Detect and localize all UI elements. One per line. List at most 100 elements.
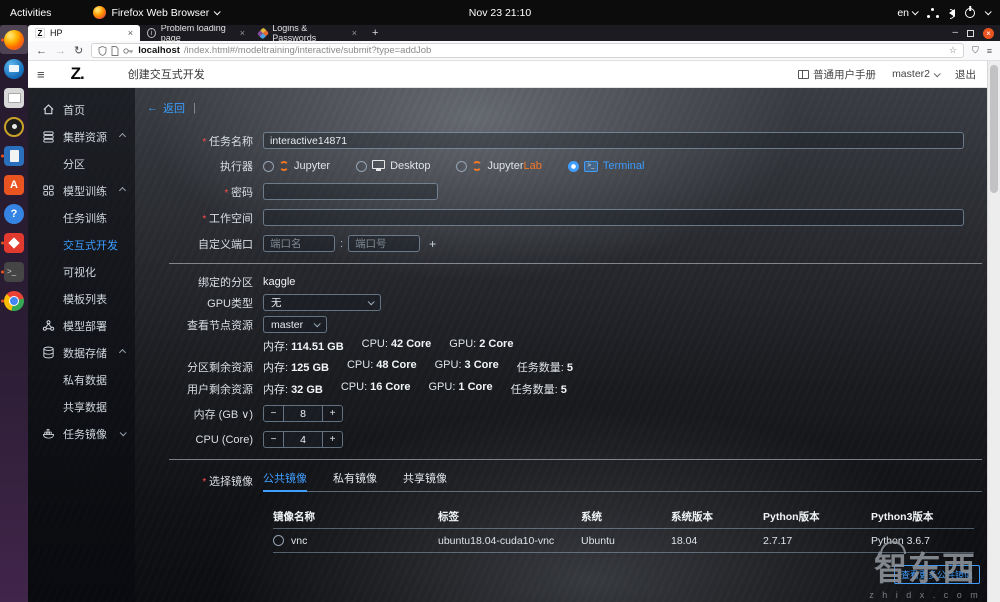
- system-menu-chevron-icon[interactable]: [985, 8, 992, 15]
- sidebar-item-interactive-dev[interactable]: 交互式开发: [28, 231, 135, 258]
- tab-problem-loading[interactable]: i Problem loading page ×: [140, 25, 252, 41]
- row-radio-icon[interactable]: [273, 535, 284, 546]
- sidebar-item-label: 可视化: [63, 264, 96, 280]
- sidebar-toggle-icon[interactable]: ≡: [37, 67, 45, 82]
- dock-item-thunderbird[interactable]: [0, 54, 28, 83]
- dock-item-terminal[interactable]: >_: [0, 257, 28, 286]
- rhythmbox-icon: [4, 117, 24, 137]
- chevron-up-icon: [119, 133, 126, 140]
- bookmark-star-icon[interactable]: ☆: [949, 45, 957, 56]
- executor-option-desktop[interactable]: Desktop: [356, 160, 430, 172]
- browser-toolbar: ← → ↻ localhost/index.html#/modeltrainin…: [28, 41, 1000, 61]
- executor-option-terminal[interactable]: >_ Terminal: [568, 160, 645, 172]
- task-name-input[interactable]: [263, 132, 964, 149]
- url-bar[interactable]: localhost/index.html#/modeltraining/inte…: [91, 43, 964, 58]
- window-minimize-button[interactable]: –: [952, 30, 958, 36]
- page-icon: [111, 46, 119, 56]
- increment-button[interactable]: +: [323, 406, 342, 421]
- dock-item-libreoffice[interactable]: [0, 141, 28, 170]
- sidebar-item-template-list[interactable]: 模板列表: [28, 285, 135, 312]
- tab-logins-passwords[interactable]: Logins & Passwords ×: [252, 25, 364, 41]
- protections-icon[interactable]: ⛉: [972, 45, 979, 56]
- table-row[interactable]: vnc ubuntu18.04-cuda10-vnc Ubuntu 18.04 …: [273, 529, 974, 553]
- language-indicator[interactable]: en: [897, 7, 917, 19]
- dock-item-rhythmbox[interactable]: [0, 112, 28, 141]
- executor-option-jupyterlab[interactable]: JupyterLab: [456, 160, 541, 172]
- column-header: Python版本: [763, 509, 871, 524]
- sidebar-item-shared-data[interactable]: 共享数据: [28, 393, 135, 420]
- back-button[interactable]: ←: [36, 45, 47, 57]
- dock-item-chrome[interactable]: [0, 286, 28, 315]
- add-port-button[interactable]: +: [429, 237, 436, 251]
- menu-icon[interactable]: ≡: [987, 46, 992, 56]
- port-number-input[interactable]: [348, 235, 420, 252]
- divider: |: [193, 102, 196, 114]
- tab-close-icon[interactable]: ×: [128, 28, 133, 38]
- gpu-type-select[interactable]: 无: [263, 294, 381, 311]
- dock-item-help[interactable]: ?: [0, 199, 28, 228]
- sidebar-item-task-image[interactable]: 任务镜像: [28, 420, 135, 447]
- port-name-input[interactable]: [263, 235, 335, 252]
- node-select[interactable]: master: [263, 316, 327, 333]
- activities-button[interactable]: Activities: [10, 7, 51, 19]
- increment-button[interactable]: +: [323, 432, 342, 447]
- sidebar-item-cluster-resources[interactable]: 集群资源: [28, 123, 135, 150]
- key-icon: [123, 47, 134, 55]
- logout-button[interactable]: 退出: [955, 67, 976, 82]
- new-tab-button[interactable]: +: [364, 25, 386, 41]
- help-icon: ?: [4, 204, 24, 224]
- page-viewport: ≡ Z. 创建交互式开发 普通用户手册 master2 退出: [28, 61, 1000, 602]
- sidebar-item-home[interactable]: 首页: [28, 96, 135, 123]
- radio-icon: [356, 161, 367, 172]
- tab-close-icon[interactable]: ×: [240, 28, 245, 38]
- sidebar-item-data-storage[interactable]: 数据存储: [28, 339, 135, 366]
- tab-shared-image[interactable]: 共享镜像: [403, 470, 447, 491]
- password-input[interactable]: [263, 183, 438, 200]
- app-logo[interactable]: Z.: [71, 64, 84, 84]
- field-label-select-image: 选择镜像: [145, 473, 263, 489]
- cpu-value[interactable]: 4: [283, 432, 323, 447]
- docker-whale-icon: [42, 427, 55, 440]
- view-more-images-link[interactable]: 查看更多公共镜像: [894, 565, 980, 584]
- dock-item-files[interactable]: [0, 83, 28, 112]
- back-link[interactable]: ← 返回: [147, 100, 185, 116]
- decrement-button[interactable]: −: [264, 406, 283, 421]
- dock-item-software[interactable]: A: [0, 170, 28, 199]
- scrollbar-thumb[interactable]: [990, 65, 998, 193]
- passwords-icon: [257, 27, 269, 39]
- tab-hp[interactable]: Z HP ×: [28, 25, 140, 41]
- window-close-button[interactable]: ×: [983, 28, 994, 39]
- page-scrollbar[interactable]: [987, 61, 1000, 602]
- dock-item-firefox[interactable]: [0, 25, 28, 54]
- power-icon[interactable]: [965, 8, 975, 18]
- sidebar-item-private-data[interactable]: 私有数据: [28, 366, 135, 393]
- sidebar-item-visualization[interactable]: 可视化: [28, 258, 135, 285]
- chevron-down-icon: [934, 70, 941, 77]
- executor-option-jupyter[interactable]: Jupyter: [263, 160, 330, 172]
- decrement-button[interactable]: −: [264, 432, 283, 447]
- workspace-input[interactable]: [263, 209, 964, 226]
- sidebar-item-partition[interactable]: 分区: [28, 150, 135, 177]
- selected-value: master: [271, 319, 303, 331]
- reload-button[interactable]: ↻: [74, 44, 83, 57]
- user-dropdown[interactable]: master2: [892, 68, 939, 80]
- app-menu[interactable]: Firefox Web Browser: [93, 6, 219, 19]
- user-manual-link[interactable]: 普通用户手册: [798, 67, 876, 82]
- tab-public-image[interactable]: 公共镜像: [263, 470, 307, 491]
- window-maximize-button[interactable]: [967, 30, 974, 37]
- dock-item-code-app[interactable]: [0, 228, 28, 257]
- column-header: Python3版本: [871, 509, 974, 524]
- sidebar-item-model-training[interactable]: 模型训练: [28, 177, 135, 204]
- field-label-partition: 绑定的分区: [145, 274, 263, 290]
- network-icon[interactable]: [927, 8, 939, 18]
- tab-private-image[interactable]: 私有镜像: [333, 470, 377, 491]
- tab-close-icon[interactable]: ×: [352, 28, 357, 38]
- sidebar-item-task-training[interactable]: 任务训练: [28, 204, 135, 231]
- jupyter-icon: [472, 161, 482, 171]
- tab-title: HP: [50, 28, 63, 38]
- memory-value[interactable]: 8: [283, 406, 323, 421]
- sidebar-item-model-deploy[interactable]: 模型部署: [28, 312, 135, 339]
- volume-icon[interactable]: [949, 9, 955, 17]
- image-tag: ubuntu18.04-cuda10-vnc: [438, 535, 581, 547]
- forward-button[interactable]: →: [55, 45, 66, 57]
